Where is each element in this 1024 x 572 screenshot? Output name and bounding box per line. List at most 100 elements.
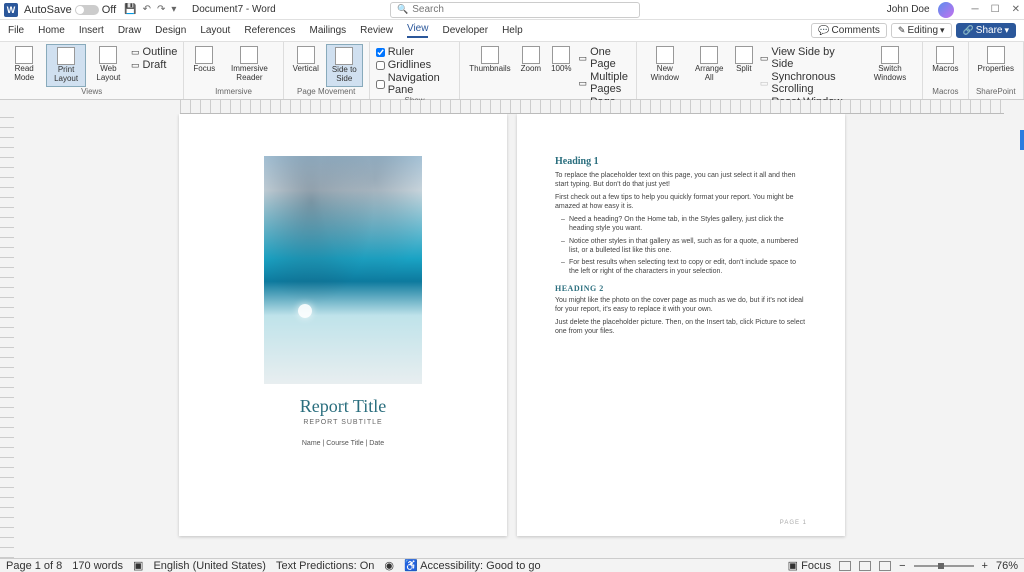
page-2[interactable]: Heading 1 To replace the placeholder tex…	[517, 114, 845, 536]
scroll-indicator	[1020, 130, 1024, 150]
document-canvas[interactable]: Report Title REPORT SUBTITLE Name | Cour…	[0, 114, 1024, 558]
bullet-item[interactable]: Notice other styles in that gallery as w…	[555, 237, 807, 255]
zoom-in-button[interactable]: +	[982, 560, 988, 572]
maximize-button[interactable]: ☐	[991, 4, 1000, 15]
save-icon[interactable]: 💾	[124, 4, 136, 15]
group-immersive: Focus Immersive Reader Immersive	[184, 42, 283, 99]
cover-image[interactable]	[264, 156, 422, 384]
macros-button[interactable]: Macros	[929, 44, 961, 76]
close-button[interactable]: ✕	[1012, 4, 1020, 15]
document-title: Document7 - Word	[192, 4, 276, 15]
thumbnails-button[interactable]: Thumbnails	[466, 44, 513, 76]
read-view-icon[interactable]	[839, 561, 851, 571]
multi-page-button: ▭ Multiple Pages	[579, 71, 631, 95]
toggle-icon	[75, 5, 99, 15]
menu-layout[interactable]: Layout	[200, 25, 230, 36]
report-subtitle[interactable]: REPORT SUBTITLE	[217, 419, 469, 426]
page-1[interactable]: Report Title REPORT SUBTITLE Name | Cour…	[179, 114, 507, 536]
outline-button[interactable]: ▭ Outline	[131, 46, 177, 58]
title-bar: W AutoSave Off 💾 ↶ ↷ ▾ Document7 - Word …	[0, 0, 1024, 20]
nav-pane-checkbox[interactable]: Navigation Pane	[376, 72, 454, 96]
report-meta[interactable]: Name | Course Title | Date	[217, 440, 469, 447]
menu-home[interactable]: Home	[38, 25, 65, 36]
menu-bar: File Home Insert Draw Design Layout Refe…	[0, 20, 1024, 42]
search-icon: 🔍	[397, 4, 408, 15]
switch-windows-button[interactable]: Switch Windows	[864, 44, 917, 85]
paragraph[interactable]: You might like the photo on the cover pa…	[555, 296, 807, 314]
new-window-button[interactable]: New Window	[643, 44, 686, 85]
group-window: New Window Arrange All Split ▭ View Side…	[637, 42, 923, 99]
menu-mailings[interactable]: Mailings	[309, 25, 346, 36]
zoom-slider[interactable]	[914, 565, 974, 567]
share-button[interactable]: 🔗 Share ▾	[956, 23, 1016, 38]
track-changes-icon[interactable]: ◉	[384, 559, 394, 572]
word-icon: W	[4, 3, 18, 17]
menu-review[interactable]: Review	[360, 25, 393, 36]
read-mode-button[interactable]: Read Mode	[6, 44, 42, 85]
group-views: Read Mode Print Layout Web Layout ▭ Outl…	[0, 42, 184, 99]
vertical-ruler[interactable]	[0, 114, 14, 558]
spellcheck-icon[interactable]: ▣	[133, 559, 143, 572]
status-language[interactable]: English (United States)	[153, 560, 266, 572]
ruler-checkbox[interactable]: Ruler	[376, 46, 454, 58]
menu-design[interactable]: Design	[155, 25, 186, 36]
menu-draw[interactable]: Draw	[118, 25, 141, 36]
print-layout-button[interactable]: Print Layout	[46, 44, 85, 87]
web-view-icon[interactable]	[879, 561, 891, 571]
horizontal-ruler[interactable]	[0, 100, 1024, 114]
side-to-side-button[interactable]: Side to Side	[326, 44, 363, 87]
menu-insert[interactable]: Insert	[79, 25, 104, 36]
minimize-button[interactable]: ─	[972, 4, 979, 15]
status-accessibility[interactable]: ♿ Accessibility: Good to go	[404, 559, 541, 572]
one-page-button: ▭ One Page	[579, 46, 631, 70]
ribbon: Read Mode Print Layout Web Layout ▭ Outl…	[0, 42, 1024, 100]
customize-icon[interactable]: ▾	[171, 4, 176, 15]
heading-1[interactable]: Heading 1	[555, 156, 807, 167]
autosave-toggle[interactable]: AutoSave Off	[24, 4, 116, 16]
menu-view[interactable]: View	[407, 23, 429, 38]
menu-developer[interactable]: Developer	[442, 25, 488, 36]
zoom-level[interactable]: 76%	[996, 560, 1018, 572]
draft-button[interactable]: ▭ Draft	[131, 59, 177, 71]
user-name[interactable]: John Doe	[887, 4, 930, 15]
search-box[interactable]: 🔍	[390, 2, 640, 18]
editing-button[interactable]: ✎ Editing ▾	[891, 23, 952, 38]
web-layout-button[interactable]: Web Layout	[90, 44, 127, 85]
menu-help[interactable]: Help	[502, 25, 523, 36]
search-input[interactable]	[412, 4, 633, 15]
side-by-side-button[interactable]: ▭ View Side by Side	[760, 46, 860, 70]
comments-button[interactable]: 💬 Comments	[811, 23, 887, 38]
user-avatar-icon[interactable]	[938, 2, 954, 18]
properties-button[interactable]: Properties	[975, 44, 1017, 76]
paragraph[interactable]: To replace the placeholder text on this …	[555, 171, 807, 189]
paragraph[interactable]: Just delete the placeholder picture. The…	[555, 318, 807, 336]
focus-mode-button[interactable]: ▣ Focus	[788, 559, 831, 572]
arrange-all-button[interactable]: Arrange All	[691, 44, 728, 85]
group-macros: Macros Macros	[923, 42, 968, 99]
print-view-icon[interactable]	[859, 561, 871, 571]
redo-icon[interactable]: ↷	[157, 4, 165, 15]
group-sharepoint: Properties SharePoint	[969, 42, 1024, 99]
zoom-out-button[interactable]: −	[899, 560, 905, 572]
paragraph[interactable]: First check out a few tips to help you q…	[555, 193, 807, 211]
immersive-reader-button[interactable]: Immersive Reader	[222, 44, 276, 85]
bullet-item[interactable]: Need a heading? On the Home tab, in the …	[555, 215, 807, 233]
menu-references[interactable]: References	[244, 25, 295, 36]
sync-scroll-button: ▭ Synchronous Scrolling	[760, 71, 860, 95]
focus-button[interactable]: Focus	[190, 44, 218, 76]
report-title[interactable]: Report Title	[217, 396, 469, 417]
menu-file[interactable]: File	[8, 25, 24, 36]
group-page-movement: Vertical Side to Side Page Movement	[284, 42, 370, 99]
group-zoom: Thumbnails Zoom 100% ▭ One Page ▭ Multip…	[460, 42, 637, 99]
gridlines-checkbox[interactable]: Gridlines	[376, 59, 454, 71]
undo-icon[interactable]: ↶	[143, 4, 151, 15]
heading-2[interactable]: HEADING 2	[555, 284, 807, 293]
split-button[interactable]: Split	[732, 44, 756, 76]
vertical-button[interactable]: Vertical	[290, 44, 322, 76]
quick-access-toolbar: 💾 ↶ ↷ ▾	[124, 4, 176, 15]
bullet-item[interactable]: For best results when selecting text to …	[555, 258, 807, 276]
status-words[interactable]: 170 words	[72, 560, 123, 572]
status-page[interactable]: Page 1 of 8	[6, 560, 62, 572]
status-predictions[interactable]: Text Predictions: On	[276, 560, 374, 572]
page-number: PAGE 1	[780, 520, 807, 526]
